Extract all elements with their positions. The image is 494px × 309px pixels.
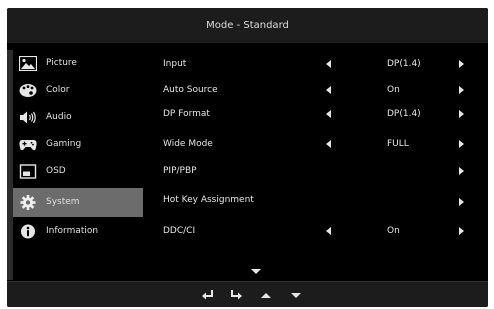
setting-row-hot-key-assignment[interactable]: Hot Key Assignment	[157, 187, 477, 213]
sidebar-item-label: System	[46, 197, 80, 207]
right-arrow-icon[interactable]	[459, 140, 464, 148]
setting-value: FULL	[387, 139, 409, 149]
setting-label: Auto Source	[163, 85, 218, 95]
sidebar-item-label: OSD	[46, 166, 66, 176]
speaker-icon	[20, 111, 36, 124]
osd-menu: Mode - Standard Picture Color Audio Gami…	[7, 8, 488, 307]
sidebar-item-information[interactable]: Information	[13, 218, 143, 245]
sidebar-item-gaming[interactable]: Gaming	[13, 131, 143, 158]
footer-nav	[7, 281, 488, 307]
setting-row-auto-source[interactable]: Auto Source On	[157, 77, 477, 103]
setting-value: On	[387, 226, 400, 236]
setting-label: Input	[163, 59, 187, 69]
setting-row-input[interactable]: Input DP(1.4)	[157, 51, 477, 77]
sidebar-item-label: Picture	[46, 58, 77, 68]
picture-icon	[19, 56, 37, 71]
sidebar-item-audio[interactable]: Audio	[13, 104, 143, 131]
right-arrow-icon[interactable]	[459, 60, 464, 68]
gear-icon	[20, 195, 36, 210]
sidebar-item-system[interactable]: System	[13, 188, 143, 217]
mode-title: Mode - Standard	[206, 20, 289, 31]
setting-row-wide-mode[interactable]: Wide Mode FULL	[157, 131, 477, 157]
setting-value: On	[387, 85, 400, 95]
up-arrow-icon[interactable]	[258, 287, 274, 303]
osd-icon	[19, 164, 37, 179]
scroll-down-indicator-icon	[251, 269, 261, 274]
right-arrow-icon[interactable]	[459, 167, 464, 175]
setting-value: DP(1.4)	[387, 109, 421, 119]
sidebar-item-osd[interactable]: OSD	[13, 158, 143, 185]
right-arrow-icon[interactable]	[459, 227, 464, 235]
left-arrow-icon[interactable]	[326, 86, 331, 94]
left-arrow-icon[interactable]	[326, 60, 331, 68]
setting-label: Wide Mode	[163, 139, 213, 149]
sidebar-item-label: Information	[46, 226, 99, 236]
sidebar-item-picture[interactable]: Picture	[13, 50, 143, 77]
gamepad-icon	[19, 140, 37, 151]
header-bar: Mode - Standard	[7, 8, 488, 43]
right-arrow-icon[interactable]	[459, 198, 464, 206]
enter-icon[interactable]	[228, 287, 244, 303]
right-arrow-icon[interactable]	[459, 86, 464, 94]
left-arrow-icon[interactable]	[326, 110, 331, 118]
setting-label: PIP/PBP	[163, 166, 197, 176]
left-arrow-icon[interactable]	[326, 140, 331, 148]
setting-row-dp-format[interactable]: DP Format DP(1.4)	[157, 101, 477, 127]
setting-row-pip-pbp[interactable]: PIP/PBP	[157, 158, 477, 184]
setting-label: Hot Key Assignment	[163, 195, 254, 205]
setting-row-ddc-ci[interactable]: DDC/CI On	[157, 218, 477, 244]
sidebar-item-label: Color	[46, 85, 70, 95]
palette-icon	[19, 84, 37, 97]
down-arrow-icon[interactable]	[288, 287, 304, 303]
setting-value: DP(1.4)	[387, 59, 421, 69]
setting-label: DDC/CI	[163, 226, 196, 236]
sidebar-item-label: Audio	[46, 112, 72, 122]
sidebar-item-label: Gaming	[46, 139, 82, 149]
setting-label: DP Format	[163, 109, 210, 119]
back-icon[interactable]	[200, 287, 216, 303]
left-arrow-icon[interactable]	[326, 227, 331, 235]
right-arrow-icon[interactable]	[459, 110, 464, 118]
info-icon	[21, 224, 35, 239]
sidebar-item-color[interactable]: Color	[13, 77, 143, 104]
